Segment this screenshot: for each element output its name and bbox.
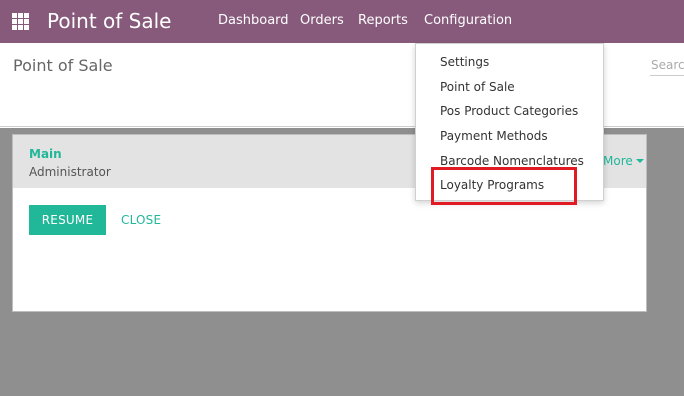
apps-grid-icon[interactable] [12, 13, 29, 30]
dropdown-item-point-of-sale[interactable]: Point of Sale [440, 79, 515, 95]
app-brand-title: Point of Sale [47, 9, 172, 33]
dropdown-item-barcode-nomenclatures[interactable]: Barcode Nomenclatures [440, 153, 584, 169]
search-input[interactable] [650, 54, 684, 76]
dropdown-item-settings[interactable]: Settings [440, 54, 489, 70]
close-button[interactable]: CLOSE [121, 212, 161, 228]
pos-config-name[interactable]: Main [29, 146, 62, 162]
dropdown-item-pos-product-categories[interactable]: Pos Product Categories [440, 103, 578, 119]
caret-down-icon [635, 159, 644, 163]
pos-user-name: Administrator [29, 165, 111, 179]
top-navbar: Point of Sale Dashboard Orders Reports C… [0, 0, 684, 43]
configuration-dropdown-menu: Settings Point of Sale Pos Product Categ… [415, 43, 604, 201]
page-title: Point of Sale [13, 56, 113, 75]
menu-configuration[interactable]: Configuration [424, 12, 512, 30]
menu-orders[interactable]: Orders [300, 12, 344, 30]
menu-dashboard[interactable]: Dashboard [218, 12, 289, 30]
more-dropdown-toggle[interactable]: More [603, 153, 644, 169]
dropdown-item-payment-methods[interactable]: Payment Methods [440, 128, 548, 144]
menu-reports[interactable]: Reports [358, 12, 408, 30]
dropdown-item-loyalty-programs[interactable]: Loyalty Programs [440, 177, 544, 193]
more-label: More [603, 154, 633, 168]
resume-button[interactable]: RESUME [29, 205, 106, 235]
